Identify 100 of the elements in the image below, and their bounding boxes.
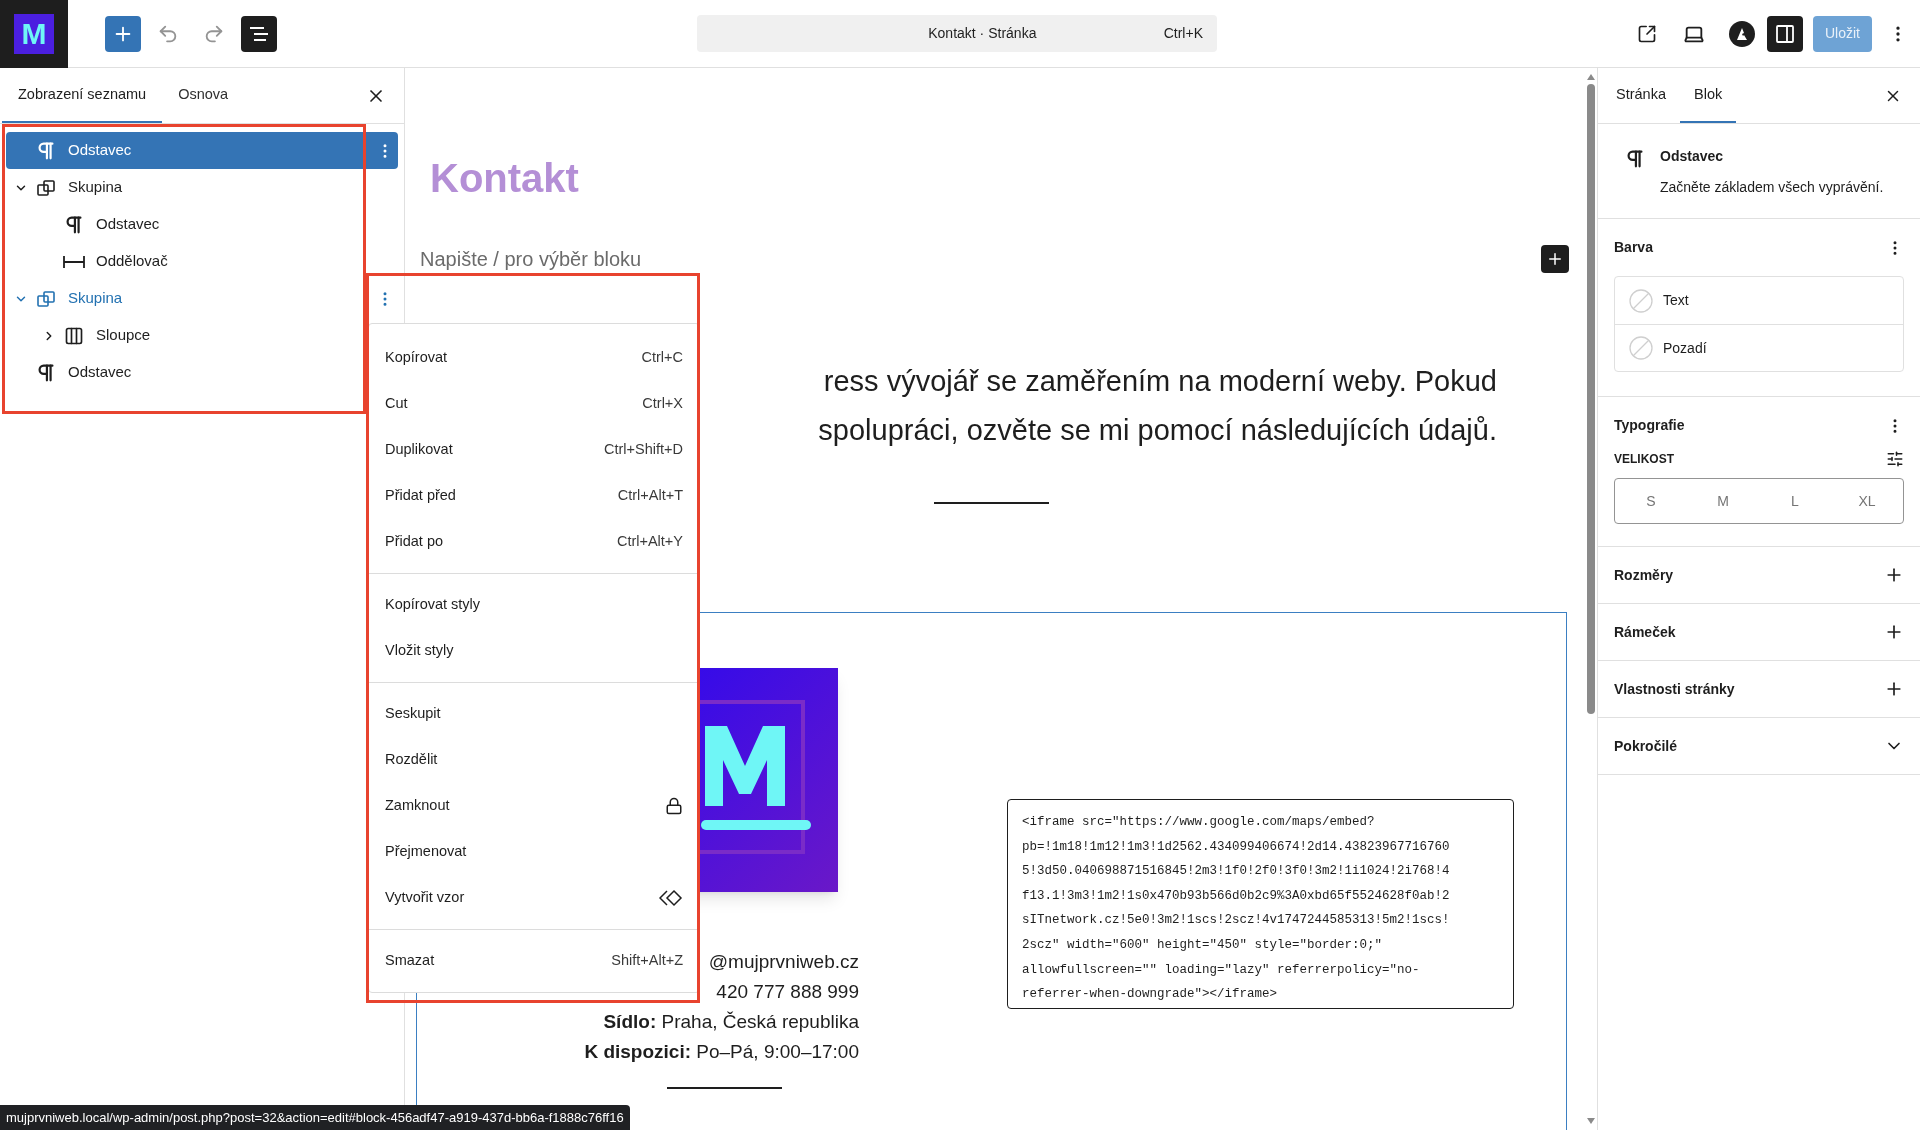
list-item[interactable]: Skupina [6,169,354,206]
contact-line: Sídlo: Praha, Česká republika [603,1010,859,1034]
item-label: Odstavec [68,140,132,161]
menu-item[interactable]: Kopírovat Ctrl+C [369,335,699,381]
sidebar-icon [1775,23,1795,44]
menu-item-label: Duplikovat [385,440,453,460]
group-icon [36,288,56,309]
code-line: 2scz" width="600" height="450" style="border:0;" [1022,936,1384,954]
menu-item-label: Přejmenovat [385,842,467,862]
menu-item[interactable]: Přidat po Ctrl+Alt+Y [369,519,699,565]
list-item[interactable]: Odstavec [6,132,398,169]
plugin-icon[interactable] [1729,20,1755,47]
external-link-icon[interactable] [1637,23,1657,44]
item-label: Skupina [68,288,123,309]
shortcut-hint: Ctrl+K [1163,24,1203,43]
shortcut-hint: Ctrl+Shift+D [604,440,683,460]
size-option[interactable]: XL [1831,490,1903,512]
menu-item-label: Zamknout [385,796,450,816]
menu-item-label: Kopírovat styly [385,595,481,615]
lock-icon [665,797,683,815]
shortcut-hint: Ctrl+Alt+T [617,486,683,506]
size-option[interactable]: M [1687,490,1759,512]
menu-item-label: Smazat [385,951,435,971]
panel-tab[interactable]: Osnova [162,68,245,123]
code-field[interactable] [1007,799,1514,1009]
menu-item[interactable]: Rozdělit [369,737,699,783]
color-option[interactable]: Text [1615,277,1903,324]
menu-item[interactable]: Cut Ctrl+X [369,381,699,427]
code-line: 5!3d50.040698871516845!2m3!1f0!2f0!3f0!3m2!1i1024!2i768!4 [1022,863,1451,881]
code-line: referrer-when-downgrade"></iframe> [1022,986,1279,1004]
code-line: allowfullscreen="" loading="lazy" referrerpolicy="no- [1022,961,1421,979]
block-name: Odstavec [1660,147,1725,166]
menu-item[interactable]: Vložit styly [369,628,699,674]
list-item[interactable]: Odstavec [6,206,354,243]
menu-item[interactable]: Zamknout [369,783,699,829]
menu-item-label: Seskupit [385,704,441,724]
section-title: Typografie [1614,416,1685,435]
menu-item-label: Kopírovat [385,348,448,368]
panel-header[interactable]: Pokročilé [1598,718,1920,775]
sidebar-toggle-button[interactable] [1767,15,1803,52]
menu-item-label: Cut [385,394,408,414]
code-line: <iframe src="https://www.google.com/maps/embed? [1022,814,1376,831]
block-description: Začněte základem všech vyprávění. [1660,178,1884,197]
menu-item[interactable]: Přidat před Ctrl+Alt+T [369,473,699,519]
section-title: Barva [1614,238,1653,257]
list-item[interactable]: Sloupce [6,317,354,354]
menu-item-label: Rozdělit [385,750,438,770]
command-bar[interactable]: Kontakt · Stránka Ctrl+K [697,15,1217,52]
menu-item-label: Vložit styly [385,641,454,661]
columns-icon [64,325,84,346]
code-line: sITnetwork.cz!5e0!3m2!1scs!2scz!4v1747244585313!5m2!1scs! [1022,912,1451,930]
block-placeholder[interactable]: Napište / pro výběr bloku [420,244,642,274]
field-label: VELIKOST [1614,451,1674,468]
sliders-icon[interactable] [1886,450,1904,468]
item-label: Sloupce [96,325,151,346]
plus-icon [1546,250,1564,268]
add-block-button[interactable] [1541,245,1569,273]
menu-item[interactable]: Vytvořit vzor [369,875,699,921]
sidebar-tab[interactable]: Stránka [1602,68,1680,123]
menu-item[interactable]: Kopírovat styly [369,582,699,628]
site-logo[interactable]: M [0,0,68,68]
shortcut-hint: Ctrl+C [641,348,683,368]
list-item[interactable]: Oddělovač [6,243,354,280]
link-url-tooltip: mujprvniweb.local/wp-admin/post.php?post=32&action=edit#block-456adf47-a919-437d-bb6a-f1888c76ff16 [0,1105,630,1130]
document-title: Kontakt · Stránka [928,24,1037,43]
paragraph-line: spolupráci, ozvěte se mi pomocí následujících údajů. [818,413,1497,448]
shortcut-hint: Shift+Alt+Z [611,951,683,971]
code-line: f13.1!3m3!1m2!1s0x470b93b566d0b2c9%3A0xbd65f5524628f0ab!2 [1022,887,1451,905]
page-heading: Kontakt [430,155,580,202]
menu-item-label: Přidat před [385,486,456,506]
separator-icon [63,254,85,269]
panel-header[interactable]: Rozměry [1598,547,1920,604]
item-label: Odstavec [96,214,160,235]
list-view-icon [249,24,269,43]
color-option[interactable]: Pozadí [1615,324,1903,371]
size-option[interactable]: S [1615,490,1687,512]
panel-tab[interactable]: Zobrazení seznamu [2,68,163,123]
add-block-button[interactable] [105,15,141,52]
list-view-button[interactable] [241,15,277,52]
item-label: Oddělovač [96,251,168,272]
shortcut-hint: Ctrl+Alt+Y [616,532,683,552]
item-label: Odstavec [68,362,132,383]
panel-header[interactable]: Rámeček [1598,604,1920,661]
panel-header[interactable]: Vlastnosti stránky [1598,661,1920,718]
menu-item[interactable]: Smazat Shift+Alt+Z [369,938,699,984]
list-item[interactable]: Odstavec [6,354,354,391]
no-color-icon [1629,336,1653,360]
menu-item[interactable]: Přejmenovat [369,829,699,875]
shortcut-hint: Ctrl+X [642,394,683,414]
size-option[interactable]: L [1759,490,1831,512]
menu-item[interactable]: Seskupit [369,691,699,737]
sidebar-tab[interactable]: Blok [1680,68,1737,123]
code-line: pb=!1m18!1m12!1m3!1d2562.434099406674!2d14.43823967716760 [1022,838,1451,856]
menu-item[interactable]: Duplikovat Ctrl+Shift+D [369,427,699,473]
menu-item-label: Vytvořit vzor [385,888,465,908]
size-picker[interactable]: S M L XL [1614,478,1904,524]
diamond-icon [659,889,683,907]
contact-line: @mujprvniweb.cz [708,950,859,974]
paragraph-line: ress vývojář se zaměřením na moderní weby. Pokud [823,364,1497,399]
contact-line: K dispozici: Po–Pá, 9:00–17:00 [584,1040,859,1064]
